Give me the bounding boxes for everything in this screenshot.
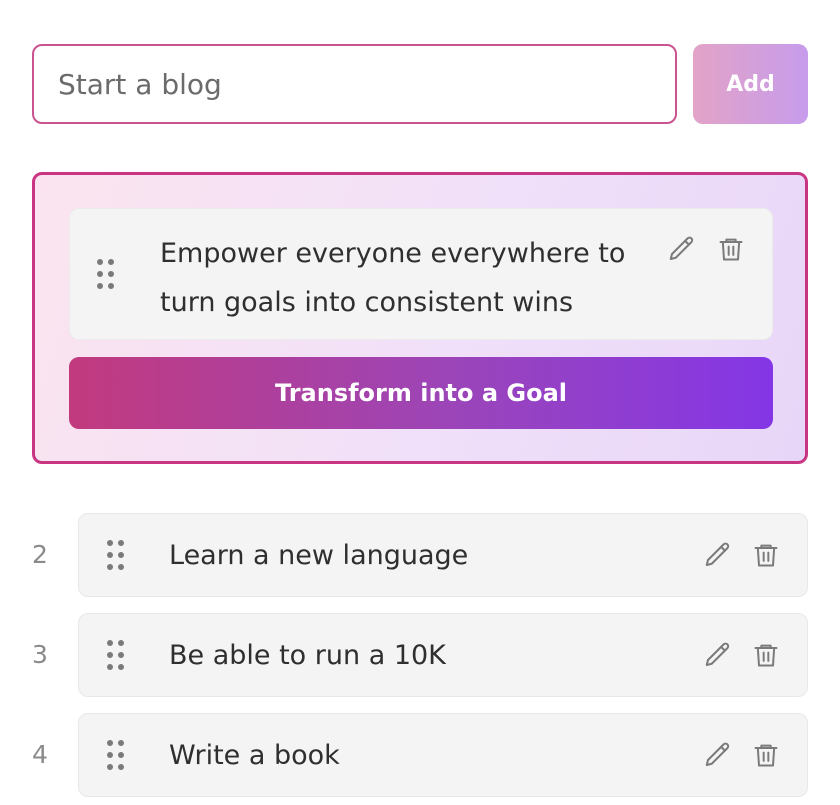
trash-icon[interactable] bbox=[751, 739, 781, 771]
new-item-row: Add bbox=[32, 44, 808, 124]
list-item: 2 Learn a new language bbox=[0, 513, 840, 597]
list-item-card: Write a book bbox=[78, 713, 808, 797]
goals-page: Add Empower everyone everywhere to turn … bbox=[0, 0, 840, 805]
drag-handle-icon[interactable] bbox=[107, 640, 125, 670]
list-item: 3 Be able to run a 10K bbox=[0, 613, 840, 697]
featured-item: Empower everyone everywhere to turn goal… bbox=[69, 208, 773, 340]
drag-handle-icon[interactable] bbox=[97, 259, 115, 289]
list-item-text: Write a book bbox=[169, 740, 340, 771]
transform-into-goal-button[interactable]: Transform into a Goal bbox=[69, 357, 773, 429]
trash-icon[interactable] bbox=[751, 639, 781, 671]
item-number: 3 bbox=[32, 640, 48, 669]
drag-handle-icon[interactable] bbox=[107, 540, 125, 570]
list-item-text: Learn a new language bbox=[169, 540, 469, 571]
list-item-text: Be able to run a 10K bbox=[169, 640, 446, 671]
pencil-icon[interactable] bbox=[667, 233, 697, 265]
drag-handle-icon[interactable] bbox=[107, 740, 125, 770]
pencil-icon[interactable] bbox=[703, 639, 733, 671]
new-item-input[interactable] bbox=[32, 44, 677, 124]
trash-icon[interactable] bbox=[751, 539, 781, 571]
list-item: 4 Write a book bbox=[0, 713, 840, 797]
featured-card: Empower everyone everywhere to turn goal… bbox=[32, 172, 808, 464]
pencil-icon[interactable] bbox=[703, 539, 733, 571]
featured-item-text: Empower everyone everywhere to turn goal… bbox=[160, 238, 626, 318]
item-number: 2 bbox=[32, 540, 48, 569]
trash-icon[interactable] bbox=[716, 233, 746, 265]
item-number: 4 bbox=[32, 740, 48, 769]
list-item-card: Be able to run a 10K bbox=[78, 613, 808, 697]
pencil-icon[interactable] bbox=[703, 739, 733, 771]
add-button[interactable]: Add bbox=[693, 44, 808, 124]
list-item-card: Learn a new language bbox=[78, 513, 808, 597]
